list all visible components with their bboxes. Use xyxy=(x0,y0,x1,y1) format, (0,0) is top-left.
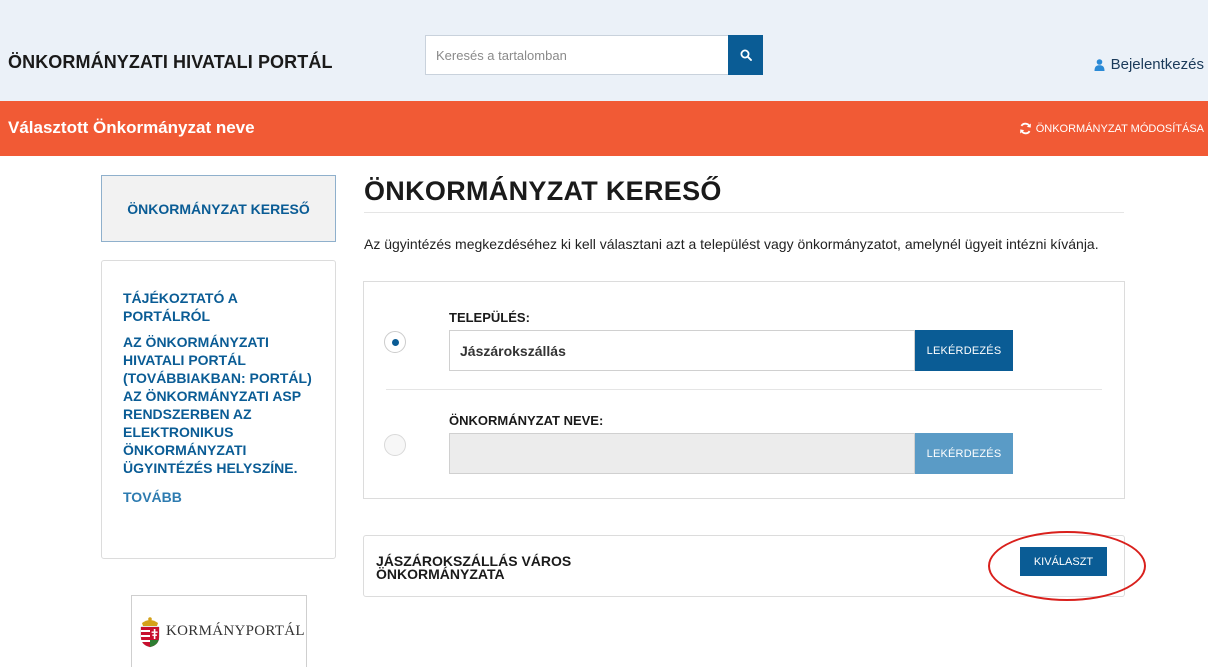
form-divider xyxy=(386,389,1102,390)
title-divider xyxy=(364,212,1124,213)
settlement-query-button[interactable]: LEKÉRDEZÉS xyxy=(915,330,1013,371)
sidebar-more-link[interactable]: TOVÁBB xyxy=(123,489,315,505)
search-button[interactable] xyxy=(728,35,763,75)
selected-municipality-bar: Választott Önkormányzat neve ÖNKORMÁNYZA… xyxy=(0,101,1208,156)
search-bar xyxy=(425,35,763,75)
site-header: ÖNKORMÁNYZATI HIVATALI PORTÁL Bejelentke… xyxy=(0,0,1208,101)
page-title: ÖNKORMÁNYZAT KERESŐ xyxy=(364,176,722,206)
settlement-radio[interactable] xyxy=(384,331,406,353)
change-municipality-label: ÖNKORMÁNYZAT MÓDOSÍTÁSA xyxy=(1035,122,1204,135)
selected-municipality-name: Választott Önkormányzat neve xyxy=(8,118,255,137)
sidebar-finder-label: ÖNKORMÁNYZAT KERESŐ xyxy=(127,200,310,217)
settlement-input[interactable]: Jászárokszállás xyxy=(449,330,915,371)
sidebar-item-finder[interactable]: ÖNKORMÁNYZAT KERESŐ xyxy=(101,175,336,242)
search-input[interactable] xyxy=(425,35,728,75)
user-icon xyxy=(1094,58,1105,71)
site-brand[interactable]: ÖNKORMÁNYZATI HIVATALI PORTÁL xyxy=(8,52,333,73)
search-icon xyxy=(740,49,752,61)
hungarian-coat-of-arms-icon xyxy=(140,616,160,647)
result-item: JÁSZÁROKSZÁLLÁS VÁROS ÖNKORMÁNYZATA KIVÁ… xyxy=(363,535,1125,597)
municipality-input[interactable] xyxy=(449,433,915,474)
kormanyportal-banner[interactable]: KORMÁNYPORTÁL xyxy=(131,595,307,667)
sidebar-info-text: AZ ÖNKORMÁNYZATI HIVATALI PORTÁL (TOVÁBB… xyxy=(123,334,312,476)
municipality-query-button[interactable]: LEKÉRDEZÉS xyxy=(915,433,1013,474)
municipality-label: ÖNKORMÁNYZAT NEVE: xyxy=(449,413,604,428)
change-municipality-link[interactable]: ÖNKORMÁNYZAT MÓDOSÍTÁSA xyxy=(1019,122,1204,135)
sidebar-info-panel: TÁJÉKOZTATÓ A PORTÁLRÓL AZ ÖNKORMÁNYZATI… xyxy=(101,260,336,559)
login-link[interactable]: Bejelentkezés xyxy=(1094,56,1204,73)
sidebar-info-title[interactable]: TÁJÉKOZTATÓ A PORTÁLRÓL xyxy=(123,289,315,325)
login-label: Bejelentkezés xyxy=(1110,56,1204,73)
settlement-label: TELEPÜLÉS: xyxy=(449,310,530,325)
search-form: TELEPÜLÉS: Jászárokszállás LEKÉRDEZÉS ÖN… xyxy=(363,281,1125,499)
intro-text: Az ügyintézés megkezdéséhez ki kell vála… xyxy=(364,236,1099,252)
result-name: JÁSZÁROKSZÁLLÁS VÁROS ÖNKORMÁNYZATA xyxy=(376,553,572,582)
select-button[interactable]: KIVÁLASZT xyxy=(1020,547,1107,576)
municipality-radio[interactable] xyxy=(384,434,406,456)
refresh-icon xyxy=(1019,122,1031,135)
kormanyportal-label: KORMÁNYPORTÁL xyxy=(166,623,305,639)
